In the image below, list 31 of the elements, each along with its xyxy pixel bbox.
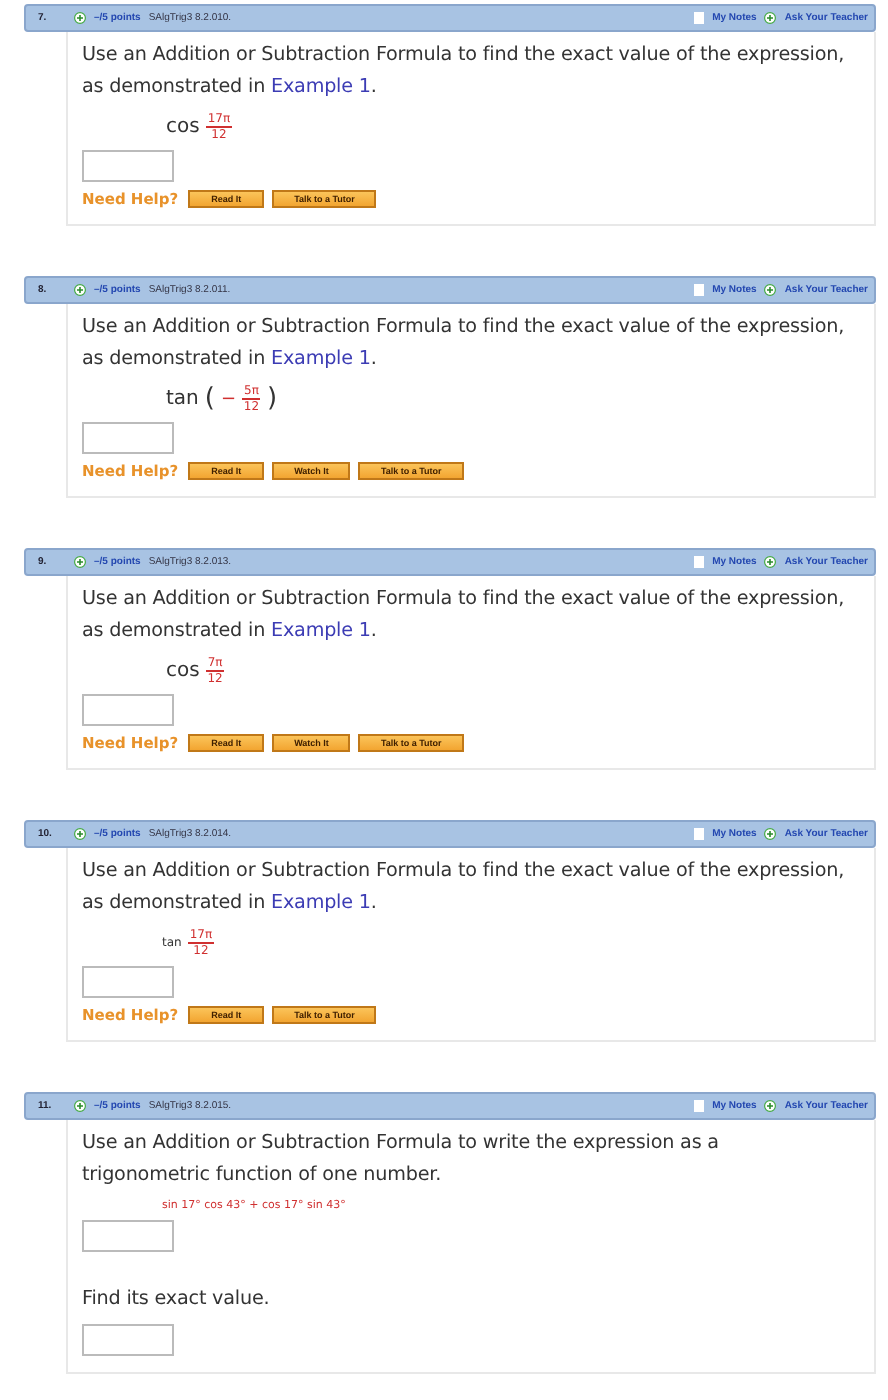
question-text: Use an Addition or Subtraction Formula to find the exact value of the expression, as demonstrated in Example 1. [82,858,847,918]
plus-circle-icon[interactable] [74,12,86,24]
plus-circle-icon[interactable] [74,828,86,840]
question-text: Use an Addition or Subtraction Formula to write the expression as a trigonometric function of one number. [82,1130,721,1190]
question-text: Find its exact value. [82,1286,272,1314]
example-link[interactable]: Example 1 [271,76,371,98]
example-link[interactable]: Example 1 [271,620,371,642]
function-name: cos [166,116,200,138]
note-icon [694,284,705,296]
function-name: tan [166,388,199,410]
note-icon [694,12,705,24]
minus-sign: − [220,389,237,409]
plus-circle-icon[interactable] [764,12,777,24]
note-icon [694,1100,705,1112]
function-name: cos [166,660,200,682]
note-icon [694,556,705,568]
note-icon [694,828,705,840]
plus-circle-icon[interactable] [764,284,777,296]
plus-circle-icon[interactable] [74,284,86,296]
plus-circle-icon[interactable] [74,556,86,568]
question-text: Use an Addition or Subtraction Formula to find the exact value of the expression, as demonstrated in Example 1. [82,586,847,646]
parenthesis: ( [204,384,215,414]
plus-circle-icon[interactable] [74,1100,86,1112]
example-link[interactable]: Example 1 [271,892,371,914]
question-text: Use an Addition or Subtraction Formula to find the exact value of the expression, as demonstrated in Example 1. [82,42,847,102]
parenthesis: ) [266,384,278,414]
question-text: Use an Addition or Subtraction Formula to find the exact value of the expression, as demonstrated in Example 1. [82,314,847,374]
plus-circle-icon[interactable] [764,556,777,568]
example-link[interactable]: Example 1 [271,348,371,370]
plus-circle-icon[interactable] [764,1100,777,1112]
plus-circle-icon[interactable] [764,828,777,840]
